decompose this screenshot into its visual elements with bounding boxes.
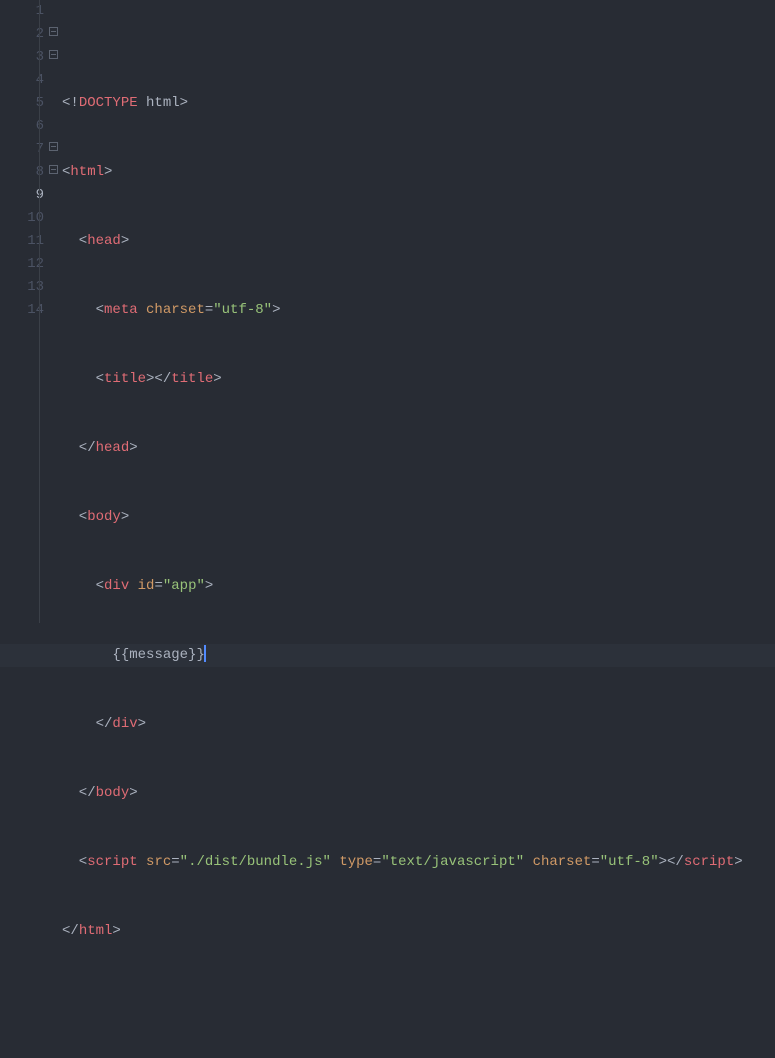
token-tag-b: > [205, 578, 213, 594]
token-txt [138, 854, 146, 870]
token-txt [129, 578, 137, 594]
line-number: 4 [0, 69, 48, 92]
token-str: "text/javascript" [381, 854, 524, 870]
code-area[interactable]: <!DOCTYPE html> <html> <head> <meta char… [48, 0, 775, 623]
token-eq: = [171, 854, 179, 870]
token-doctype: html> [138, 95, 188, 111]
code-line[interactable]: <script src="./dist/bundle.js" type="tex… [62, 851, 775, 874]
token-doctype: <! [62, 95, 79, 111]
token-tag-b: < [62, 854, 87, 870]
line-number: 9 [0, 184, 48, 207]
token-tag-b: ></ [659, 854, 684, 870]
token-tag-b: > [104, 164, 112, 180]
token-tag-b: < [62, 233, 87, 249]
token-tag-b: > [734, 854, 742, 870]
token-tag: meta [104, 302, 138, 318]
token-tag: div [112, 716, 137, 732]
token-tag: title [104, 371, 146, 387]
token-tag-b: > [112, 923, 120, 939]
token-tag: html [70, 164, 104, 180]
token-tag: html [79, 923, 113, 939]
token-str: "./dist/bundle.js" [180, 854, 331, 870]
line-number: 2 [0, 23, 48, 46]
code-line[interactable]: <div id="app"> [62, 575, 775, 598]
line-number: 8 [0, 161, 48, 184]
line-number: 7 [0, 138, 48, 161]
code-line[interactable]: <meta charset="utf-8"> [62, 299, 775, 322]
token-tag: body [87, 509, 121, 525]
line-number: 11 [0, 230, 48, 253]
code-line[interactable]: </div> [62, 713, 775, 736]
code-line[interactable]: <body> [62, 506, 775, 529]
token-tag-b: > [121, 233, 129, 249]
token-tag-b: < [62, 578, 104, 594]
token-tag: DOCTYPE [79, 95, 138, 111]
line-number: 3 [0, 46, 48, 69]
token-tag-b: > [138, 716, 146, 732]
token-eq: = [205, 302, 213, 318]
token-tag-b: </ [62, 716, 112, 732]
token-attr: charset [533, 854, 592, 870]
token-txt [138, 302, 146, 318]
token-str: "utf-8" [600, 854, 659, 870]
code-line[interactable]: </body> [62, 782, 775, 805]
line-number: 10 [0, 207, 48, 230]
code-line[interactable]: </html> [62, 920, 775, 943]
token-attr: type [339, 854, 373, 870]
token-tag: title [171, 371, 213, 387]
code-line[interactable]: <html> [62, 161, 775, 184]
token-txt [524, 854, 532, 870]
text-cursor [204, 645, 206, 662]
token-eq: = [154, 578, 162, 594]
indent [62, 647, 112, 663]
code-line[interactable]: <title></title> [62, 368, 775, 391]
token-tag-b: </ [62, 440, 96, 456]
token-eq: = [591, 854, 599, 870]
line-number-gutter: 1 2 3 4 5 6 7 8 9 10 11 12 13 14 [0, 0, 48, 623]
token-attr: id [138, 578, 155, 594]
token-tag: div [104, 578, 129, 594]
code-line-active[interactable]: {{message}} [62, 644, 775, 667]
line-number: 14 [0, 299, 48, 322]
token-tag-b: > [213, 371, 221, 387]
token-tag-b: > [129, 440, 137, 456]
token-str: "app" [163, 578, 205, 594]
code-line[interactable]: <head> [62, 230, 775, 253]
token-tag: head [87, 233, 121, 249]
token-tag: body [96, 785, 130, 801]
token-tag: script [684, 854, 734, 870]
token-tag-b: </ [62, 923, 79, 939]
token-tag-b: ></ [146, 371, 171, 387]
token-tag-b: > [129, 785, 137, 801]
token-attr: src [146, 854, 171, 870]
token-tag-b: > [272, 302, 280, 318]
mustache-open: {{ [112, 647, 129, 663]
token-tag-b: </ [62, 785, 96, 801]
token-tag: script [87, 854, 137, 870]
token-tag-b: > [121, 509, 129, 525]
token-txt [331, 854, 339, 870]
code-line[interactable] [62, 989, 775, 1012]
line-number: 5 [0, 92, 48, 115]
token-tag-b: < [62, 371, 104, 387]
token-attr: charset [146, 302, 205, 318]
token-tag-b: < [62, 302, 104, 318]
token-tag-b: < [62, 509, 87, 525]
line-number: 13 [0, 276, 48, 299]
line-number: 1 [0, 0, 48, 23]
code-line[interactable]: <!DOCTYPE html> [62, 92, 775, 115]
mustache-close: }} [188, 647, 205, 663]
line-number: 6 [0, 115, 48, 138]
token-tag: head [96, 440, 130, 456]
token-eq: = [373, 854, 381, 870]
code-editor[interactable]: 1 2 3 4 5 6 7 8 9 10 11 12 13 14 <!DOCTY… [0, 0, 775, 623]
token-str: "utf-8" [213, 302, 272, 318]
mustache-var: message [129, 647, 188, 663]
line-number: 12 [0, 253, 48, 276]
code-line[interactable]: </head> [62, 437, 775, 460]
indent-guide [39, 0, 40, 623]
